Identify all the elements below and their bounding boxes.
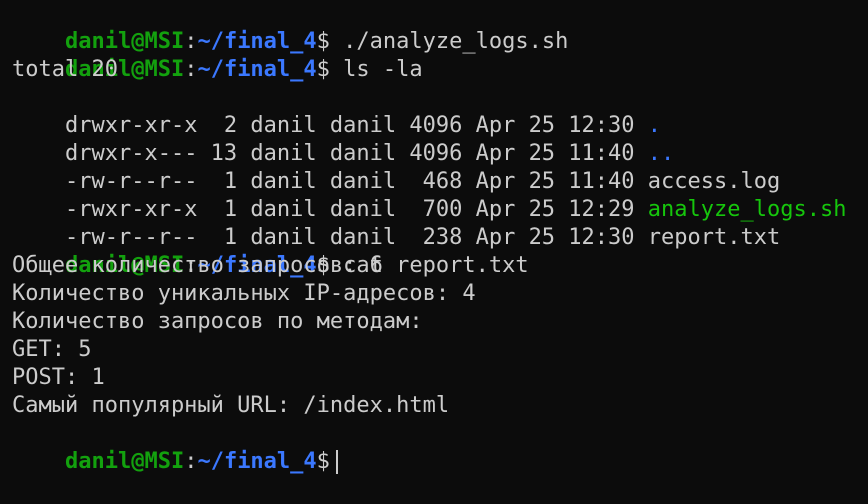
prompt-user-host: danil@MSI xyxy=(64,29,185,54)
report-line: Количество запросов по методам: xyxy=(12,309,423,334)
prompt-line-1: danil@MSI:~/final_4$ ./analyze_logs.sh xyxy=(12,0,868,54)
ls-row-name: analyze_logs.sh xyxy=(647,197,847,222)
ls-row: drwxr-xr-x 2 danil danil 4096 Apr 25 12:… xyxy=(12,84,868,138)
ls-row-meta: drwxr-x--- 13 danil danil 4096 Apr 25 11… xyxy=(64,141,648,166)
ls-row-name: . xyxy=(647,113,662,138)
report-line: POST: 1 xyxy=(12,365,105,390)
ls-row-name: access.log xyxy=(647,169,781,194)
prompt-path: ~/final_4 xyxy=(197,29,317,54)
command-text: ls -la xyxy=(329,57,423,82)
report-line: Самый популярный URL: /index.html xyxy=(12,393,450,418)
ls-row-name: .. xyxy=(647,141,675,166)
prompt-colon: : xyxy=(184,57,198,82)
ls-row-meta: -rw-r--r-- 1 danil danil 468 Apr 25 11:4… xyxy=(64,169,648,194)
text-cursor[interactable] xyxy=(335,450,338,474)
prompt-symbol: $ xyxy=(316,29,330,54)
ls-row-name: report.txt xyxy=(647,225,781,250)
terminal-window[interactable]: danil@MSI:~/final_4$ ./analyze_logs.sh d… xyxy=(0,0,868,474)
report-line: Количество уникальных IP-адресов: 4 xyxy=(12,281,476,306)
ls-row-meta: -rwxr-xr-x 1 danil danil 700 Apr 25 12:2… xyxy=(64,197,648,222)
prompt-path: ~/final_4 xyxy=(197,57,317,82)
prompt-colon: : xyxy=(184,29,198,54)
ls-row-meta: -rw-r--r-- 1 danil danil 238 Apr 25 12:3… xyxy=(64,225,648,250)
report-line: GET: 5 xyxy=(12,337,92,362)
ls-row-meta: drwxr-xr-x 2 danil danil 4096 Apr 25 12:… xyxy=(64,113,648,138)
prompt-line-active[interactable]: danil@MSI:~/final_4$ xyxy=(12,420,868,474)
prompt-symbol: $ xyxy=(316,57,330,82)
command-text: ./analyze_logs.sh xyxy=(329,29,569,54)
